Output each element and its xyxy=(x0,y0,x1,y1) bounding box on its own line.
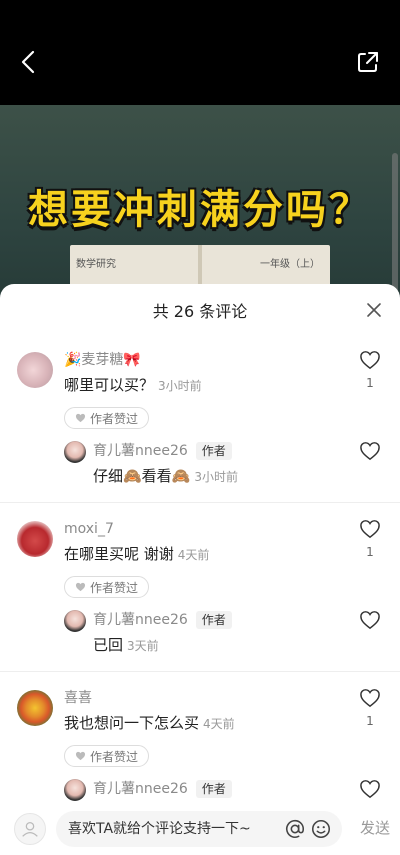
at-icon xyxy=(285,819,305,838)
heart-icon[interactable] xyxy=(359,519,381,539)
share-button[interactable] xyxy=(350,44,386,80)
author-tag: 作者 xyxy=(195,611,232,629)
heart-filled-icon xyxy=(75,413,86,423)
reply-author[interactable]: 育儿薯nnee26 xyxy=(93,610,188,630)
comment-text[interactable]: 我也想问一下怎么买 4天前 xyxy=(64,712,340,735)
avatar[interactable] xyxy=(64,610,86,632)
close-icon xyxy=(367,303,381,317)
my-avatar[interactable] xyxy=(14,813,46,845)
comment-text[interactable]: 哪里可以买？ 3小时前 xyxy=(64,374,340,397)
reply-author-line: 育儿薯nnee26 作者 xyxy=(93,779,340,799)
comment-time: 3小时前 xyxy=(158,379,202,393)
avatar[interactable] xyxy=(64,441,86,463)
author-liked-label: 作者赞过 xyxy=(90,749,139,764)
comment-body: 哪里可以买？ xyxy=(64,376,155,394)
author-liked-label: 作者赞过 xyxy=(90,411,139,426)
comment-input-bar: 发送 xyxy=(0,805,400,855)
reply-author-line: 育儿薯nnee26 作者 xyxy=(93,441,340,461)
reply-item: 育儿薯nnee26 作者 xyxy=(0,779,400,801)
like-count: 1 xyxy=(366,714,374,728)
comment-time: 4天前 xyxy=(203,717,235,731)
sheet-header: 共 26 条评论 xyxy=(0,284,400,336)
avatar[interactable] xyxy=(17,521,53,557)
reply-time: 3小时前 xyxy=(194,470,238,484)
comment-item: 🎉麦芽糖🎀 哪里可以买？ 3小时前 1 作者赞过 xyxy=(0,350,400,429)
reply-item: 育儿薯nnee26 作者 已回 3天前 xyxy=(0,610,400,657)
close-button[interactable] xyxy=(360,296,388,324)
comment-author[interactable]: 喜喜 xyxy=(64,688,340,708)
comment-text[interactable]: 在哪里买呢 谢谢 4天前 xyxy=(64,543,340,566)
user-outline-icon xyxy=(22,821,38,837)
like-control[interactable] xyxy=(356,610,384,634)
comment-input[interactable] xyxy=(68,821,268,837)
like-control[interactable] xyxy=(356,779,384,803)
reply-time: 3天前 xyxy=(127,639,159,653)
reply-text[interactable]: 已回 3天前 xyxy=(93,634,340,657)
like-count: 1 xyxy=(366,376,374,390)
heart-icon[interactable] xyxy=(359,441,381,461)
top-bar xyxy=(0,0,400,105)
avatar[interactable] xyxy=(17,352,53,388)
like-control[interactable]: 1 xyxy=(356,350,384,390)
comment-input-wrapper[interactable] xyxy=(56,811,342,847)
heart-filled-icon xyxy=(75,582,86,592)
back-button[interactable] xyxy=(10,44,46,80)
reply-author[interactable]: 育儿薯nnee26 xyxy=(93,779,188,799)
avatar[interactable] xyxy=(17,690,53,726)
video-preview[interactable]: 想要冲刺满分吗？ 数学研究 一年级（上） xyxy=(0,105,400,305)
author-liked-badge: 作者赞过 xyxy=(64,407,150,429)
comment-count-title: 共 26 条评论 xyxy=(152,302,248,321)
video-title: 想要冲刺满分吗？ xyxy=(28,187,372,233)
avatar[interactable] xyxy=(64,779,86,801)
like-control[interactable] xyxy=(356,441,384,465)
heart-icon[interactable] xyxy=(359,779,381,799)
mention-button[interactable] xyxy=(284,818,306,840)
like-control[interactable]: 1 xyxy=(356,688,384,728)
comment-body: 在哪里买呢 谢谢 xyxy=(64,545,174,563)
comment-item: 喜喜 我也想问一下怎么买 4天前 1 作者赞过 xyxy=(0,688,400,767)
author-tag: 作者 xyxy=(195,780,232,798)
author-liked-badge: 作者赞过 xyxy=(64,576,150,598)
emoji-button[interactable] xyxy=(310,818,332,840)
author-liked-label: 作者赞过 xyxy=(90,580,139,595)
reply-body: 已回 xyxy=(93,636,124,654)
comment-time: 4天前 xyxy=(177,548,210,562)
comment-author[interactable]: 🎉麦芽糖🎀 xyxy=(64,350,340,370)
smile-icon xyxy=(311,819,331,839)
comment-item: moxi_7 在哪里买呢 谢谢 4天前 1 作者赞过 xyxy=(0,519,400,598)
divider xyxy=(0,671,400,672)
reply-item: 育儿薯nnee26 作者 仔细🙈看看🙈 3小时前 xyxy=(0,441,400,488)
comment-list[interactable]: 🎉麦芽糖🎀 哪里可以买？ 3小时前 1 作者赞过 育儿薯nnee26 作者 仔细… xyxy=(0,336,400,804)
heart-icon[interactable] xyxy=(359,688,381,708)
book-left-text: 数学研究 xyxy=(76,259,116,270)
reply-text[interactable]: 仔细🙈看看🙈 3小时前 xyxy=(93,465,340,488)
author-tag: 作者 xyxy=(195,442,232,460)
share-icon xyxy=(358,52,378,72)
scroll-indicator[interactable] xyxy=(392,153,398,303)
heart-icon[interactable] xyxy=(359,350,381,370)
heart-icon[interactable] xyxy=(359,610,381,630)
comment-author[interactable]: moxi_7 xyxy=(64,519,340,539)
book-right-text: 一年级（上） xyxy=(260,259,320,270)
send-button[interactable]: 发送 xyxy=(360,817,390,838)
like-count: 1 xyxy=(366,545,374,559)
divider xyxy=(0,502,400,503)
comments-sheet: 共 26 条评论 🎉麦芽糖🎀 哪里可以买？ 3小时前 1 作者赞过 育儿薯nne… xyxy=(0,284,400,855)
like-control[interactable]: 1 xyxy=(356,519,384,559)
reply-author[interactable]: 育儿薯nnee26 xyxy=(93,441,188,461)
heart-filled-icon xyxy=(75,751,86,761)
chevron-left-icon xyxy=(21,50,35,74)
reply-author-line: 育儿薯nnee26 作者 xyxy=(93,610,340,630)
author-liked-badge: 作者赞过 xyxy=(64,745,150,767)
comment-body: 我也想问一下怎么买 xyxy=(64,714,200,732)
reply-body: 仔细🙈看看🙈 xyxy=(93,467,191,485)
